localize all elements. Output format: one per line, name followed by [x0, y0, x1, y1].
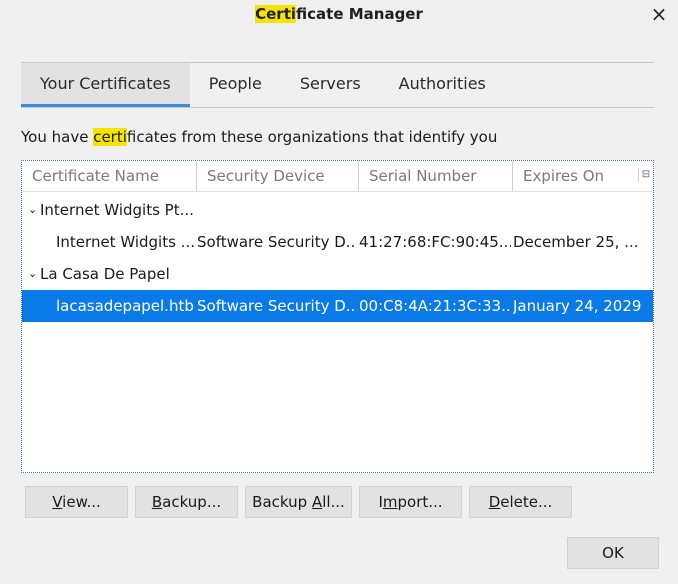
table-header: Certificate Name Security Device Serial …: [22, 161, 653, 192]
column-header-serial-number[interactable]: Serial Number: [358, 161, 512, 191]
cell-security-device: Software Security D...: [197, 297, 357, 315]
column-header-certificate-name[interactable]: Certificate Name: [22, 161, 196, 191]
cell-serial-number: 00:C8:4A:21:3C:33...: [359, 297, 511, 315]
group-name: La Casa De Papel: [40, 265, 170, 283]
backup-button[interactable]: Backup...: [135, 486, 238, 518]
tab-authorities[interactable]: Authorities: [380, 63, 505, 107]
title-bar: Certificate Manager ×: [0, 0, 678, 30]
window-title: Certificate Manager: [255, 5, 423, 23]
tree-group-row[interactable]: ⌄ Internet Widgits Pt...: [22, 194, 653, 226]
ok-button[interactable]: OK: [567, 537, 659, 569]
chevron-down-icon[interactable]: ⌄: [28, 194, 37, 226]
tree-group-row[interactable]: ⌄ La Casa De Papel: [22, 258, 653, 290]
cell-serial-number: 41:27:68:FC:90:45...: [359, 233, 511, 251]
cell-expires-on: January 24, 2029: [513, 297, 642, 315]
import-button[interactable]: Import...: [359, 486, 462, 518]
cell-certificate-name: Internet Widgits ...: [56, 233, 194, 251]
tab-your-certificates[interactable]: Your Certificates: [21, 63, 190, 107]
tab-servers[interactable]: Servers: [281, 63, 380, 107]
intro-text: You have certificates from these organiz…: [21, 128, 498, 146]
cell-certificate-name: lacasadepapel.htb: [56, 297, 194, 315]
delete-button[interactable]: Delete...: [469, 486, 572, 518]
certificate-tree[interactable]: Certificate Name Security Device Serial …: [21, 160, 654, 473]
column-picker-icon[interactable]: ⊟: [638, 168, 653, 182]
table-row-selected[interactable]: lacasadepapel.htb Software Security D...…: [22, 290, 653, 322]
column-header-expires-on[interactable]: Expires On: [512, 161, 638, 191]
tab-people[interactable]: People: [190, 63, 281, 107]
table-row[interactable]: Internet Widgits ... Software Security D…: [22, 226, 653, 258]
view-button[interactable]: View...: [25, 486, 128, 518]
group-name: Internet Widgits Pt...: [40, 201, 194, 219]
backup-all-button[interactable]: Backup All...: [245, 486, 352, 518]
tab-bar: Your Certificates People Servers Authori…: [21, 62, 654, 108]
cell-security-device: Software Security D...: [197, 233, 357, 251]
chevron-down-icon[interactable]: ⌄: [28, 258, 37, 290]
close-icon[interactable]: ×: [650, 4, 668, 24]
column-header-security-device[interactable]: Security Device: [196, 161, 358, 191]
cell-expires-on: December 25, ...: [513, 233, 639, 251]
